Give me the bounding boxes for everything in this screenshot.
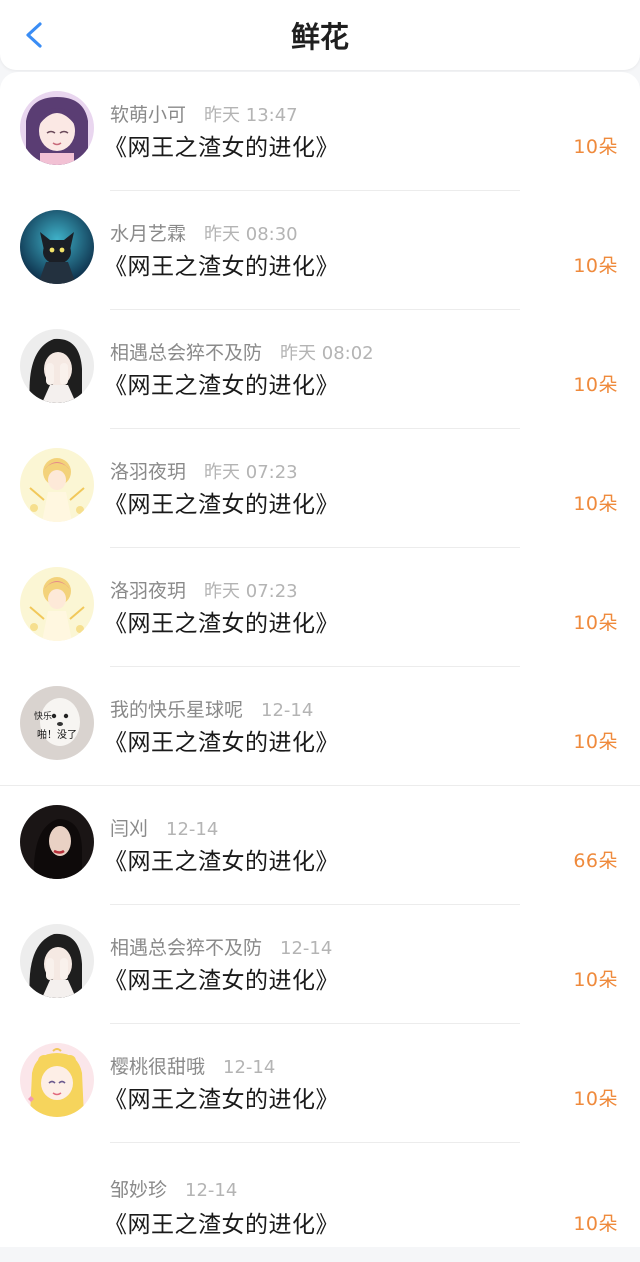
- book-title[interactable]: 《网王之渣女的进化》: [104, 723, 339, 757]
- username[interactable]: 闫刈: [110, 818, 148, 840]
- avatar[interactable]: [20, 448, 94, 522]
- username[interactable]: 相遇总会猝不及防: [110, 342, 262, 364]
- username[interactable]: 我的快乐星球呢: [110, 699, 243, 721]
- book-title[interactable]: 《网王之渣女的进化》: [104, 485, 339, 519]
- timestamp: 昨天 08:02: [280, 343, 374, 364]
- avatar[interactable]: [20, 1043, 94, 1117]
- book-title[interactable]: 《网王之渣女的进化》: [104, 842, 339, 876]
- flower-count: 66朵: [573, 850, 618, 872]
- username[interactable]: 水月艺霖: [110, 223, 186, 245]
- avatar-caption-top: 快乐: [34, 710, 52, 722]
- flower-count: 10朵: [573, 1088, 618, 1110]
- avatar[interactable]: 快乐 啪！没了: [20, 686, 94, 760]
- book-title[interactable]: 《网王之渣女的进化》: [104, 604, 339, 638]
- username[interactable]: 软萌小可: [110, 104, 186, 126]
- flower-count: 10朵: [573, 136, 618, 158]
- username[interactable]: 邹妙珍: [110, 1179, 167, 1201]
- timestamp: 12-14: [223, 1057, 276, 1078]
- list-item[interactable]: 软萌小可 昨天 13:47 《网王之渣女的进化》 10朵: [0, 72, 640, 191]
- book-title[interactable]: 《网王之渣女的进化》: [104, 961, 339, 995]
- avatar[interactable]: [20, 805, 94, 879]
- flower-count: 10朵: [573, 1213, 618, 1235]
- flower-count: 10朵: [573, 255, 618, 277]
- list-item[interactable]: 洛羽夜玥 昨天 07:23 《网王之渣女的进化》 10朵: [0, 429, 640, 548]
- avatar[interactable]: [20, 91, 94, 165]
- username[interactable]: 相遇总会猝不及防: [110, 937, 262, 959]
- timestamp: 昨天 07:23: [204, 462, 298, 483]
- book-title[interactable]: 《网王之渣女的进化》: [104, 128, 339, 162]
- book-title[interactable]: 《网王之渣女的进化》: [104, 1205, 339, 1239]
- book-title[interactable]: 《网王之渣女的进化》: [104, 247, 339, 281]
- list-item[interactable]: 相遇总会猝不及防 12-14 《网王之渣女的进化》 10朵: [0, 905, 640, 1024]
- timestamp: 12-14: [185, 1180, 238, 1201]
- timestamp: 12-14: [166, 819, 219, 840]
- username[interactable]: 洛羽夜玥: [110, 461, 186, 483]
- flower-count: 10朵: [573, 493, 618, 515]
- timestamp: 昨天 13:47: [204, 105, 298, 126]
- flower-list: 软萌小可 昨天 13:47 《网王之渣女的进化》 10朵 水月艺霖 昨天 08:…: [0, 72, 640, 1247]
- avatar[interactable]: [20, 924, 94, 998]
- timestamp: 昨天 07:23: [204, 581, 298, 602]
- list-item[interactable]: 相遇总会猝不及防 昨天 08:02 《网王之渣女的进化》 10朵: [0, 310, 640, 429]
- timestamp: 12-14: [280, 938, 333, 959]
- flower-count: 10朵: [573, 374, 618, 396]
- timestamp: 12-14: [261, 700, 314, 721]
- flower-count: 10朵: [573, 612, 618, 634]
- avatar[interactable]: [20, 329, 94, 403]
- book-title[interactable]: 《网王之渣女的进化》: [104, 1080, 339, 1114]
- book-title[interactable]: 《网王之渣女的进化》: [104, 366, 339, 400]
- nav-bar: 鲜花: [0, 0, 640, 70]
- list-item[interactable]: 樱桃很甜哦 12-14 《网王之渣女的进化》 10朵: [0, 1024, 640, 1143]
- username[interactable]: 樱桃很甜哦: [110, 1056, 205, 1078]
- timestamp: 昨天 08:30: [204, 224, 298, 245]
- flower-count: 10朵: [573, 731, 618, 753]
- page-title: 鲜花: [290, 20, 349, 54]
- username[interactable]: 洛羽夜玥: [110, 580, 186, 602]
- list-item[interactable]: 洛羽夜玥 昨天 07:23 《网王之渣女的进化》 10朵: [0, 548, 640, 667]
- list-item[interactable]: 水月艺霖 昨天 08:30 《网王之渣女的进化》 10朵: [0, 191, 640, 310]
- avatar[interactable]: [20, 210, 94, 284]
- list-item[interactable]: 邹妙珍 12-14 《网王之渣女的进化》 10朵: [0, 1143, 640, 1262]
- avatar-caption-bottom: 啪！没了: [37, 728, 77, 741]
- list-item[interactable]: 快乐 啪！没了 我的快乐星球呢 12-14 《网王之渣女的进化》 10朵: [0, 667, 640, 786]
- flower-count: 10朵: [573, 969, 618, 991]
- list-item[interactable]: 闫刈 12-14 《网王之渣女的进化》 66朵: [0, 786, 640, 905]
- avatar[interactable]: [20, 567, 94, 641]
